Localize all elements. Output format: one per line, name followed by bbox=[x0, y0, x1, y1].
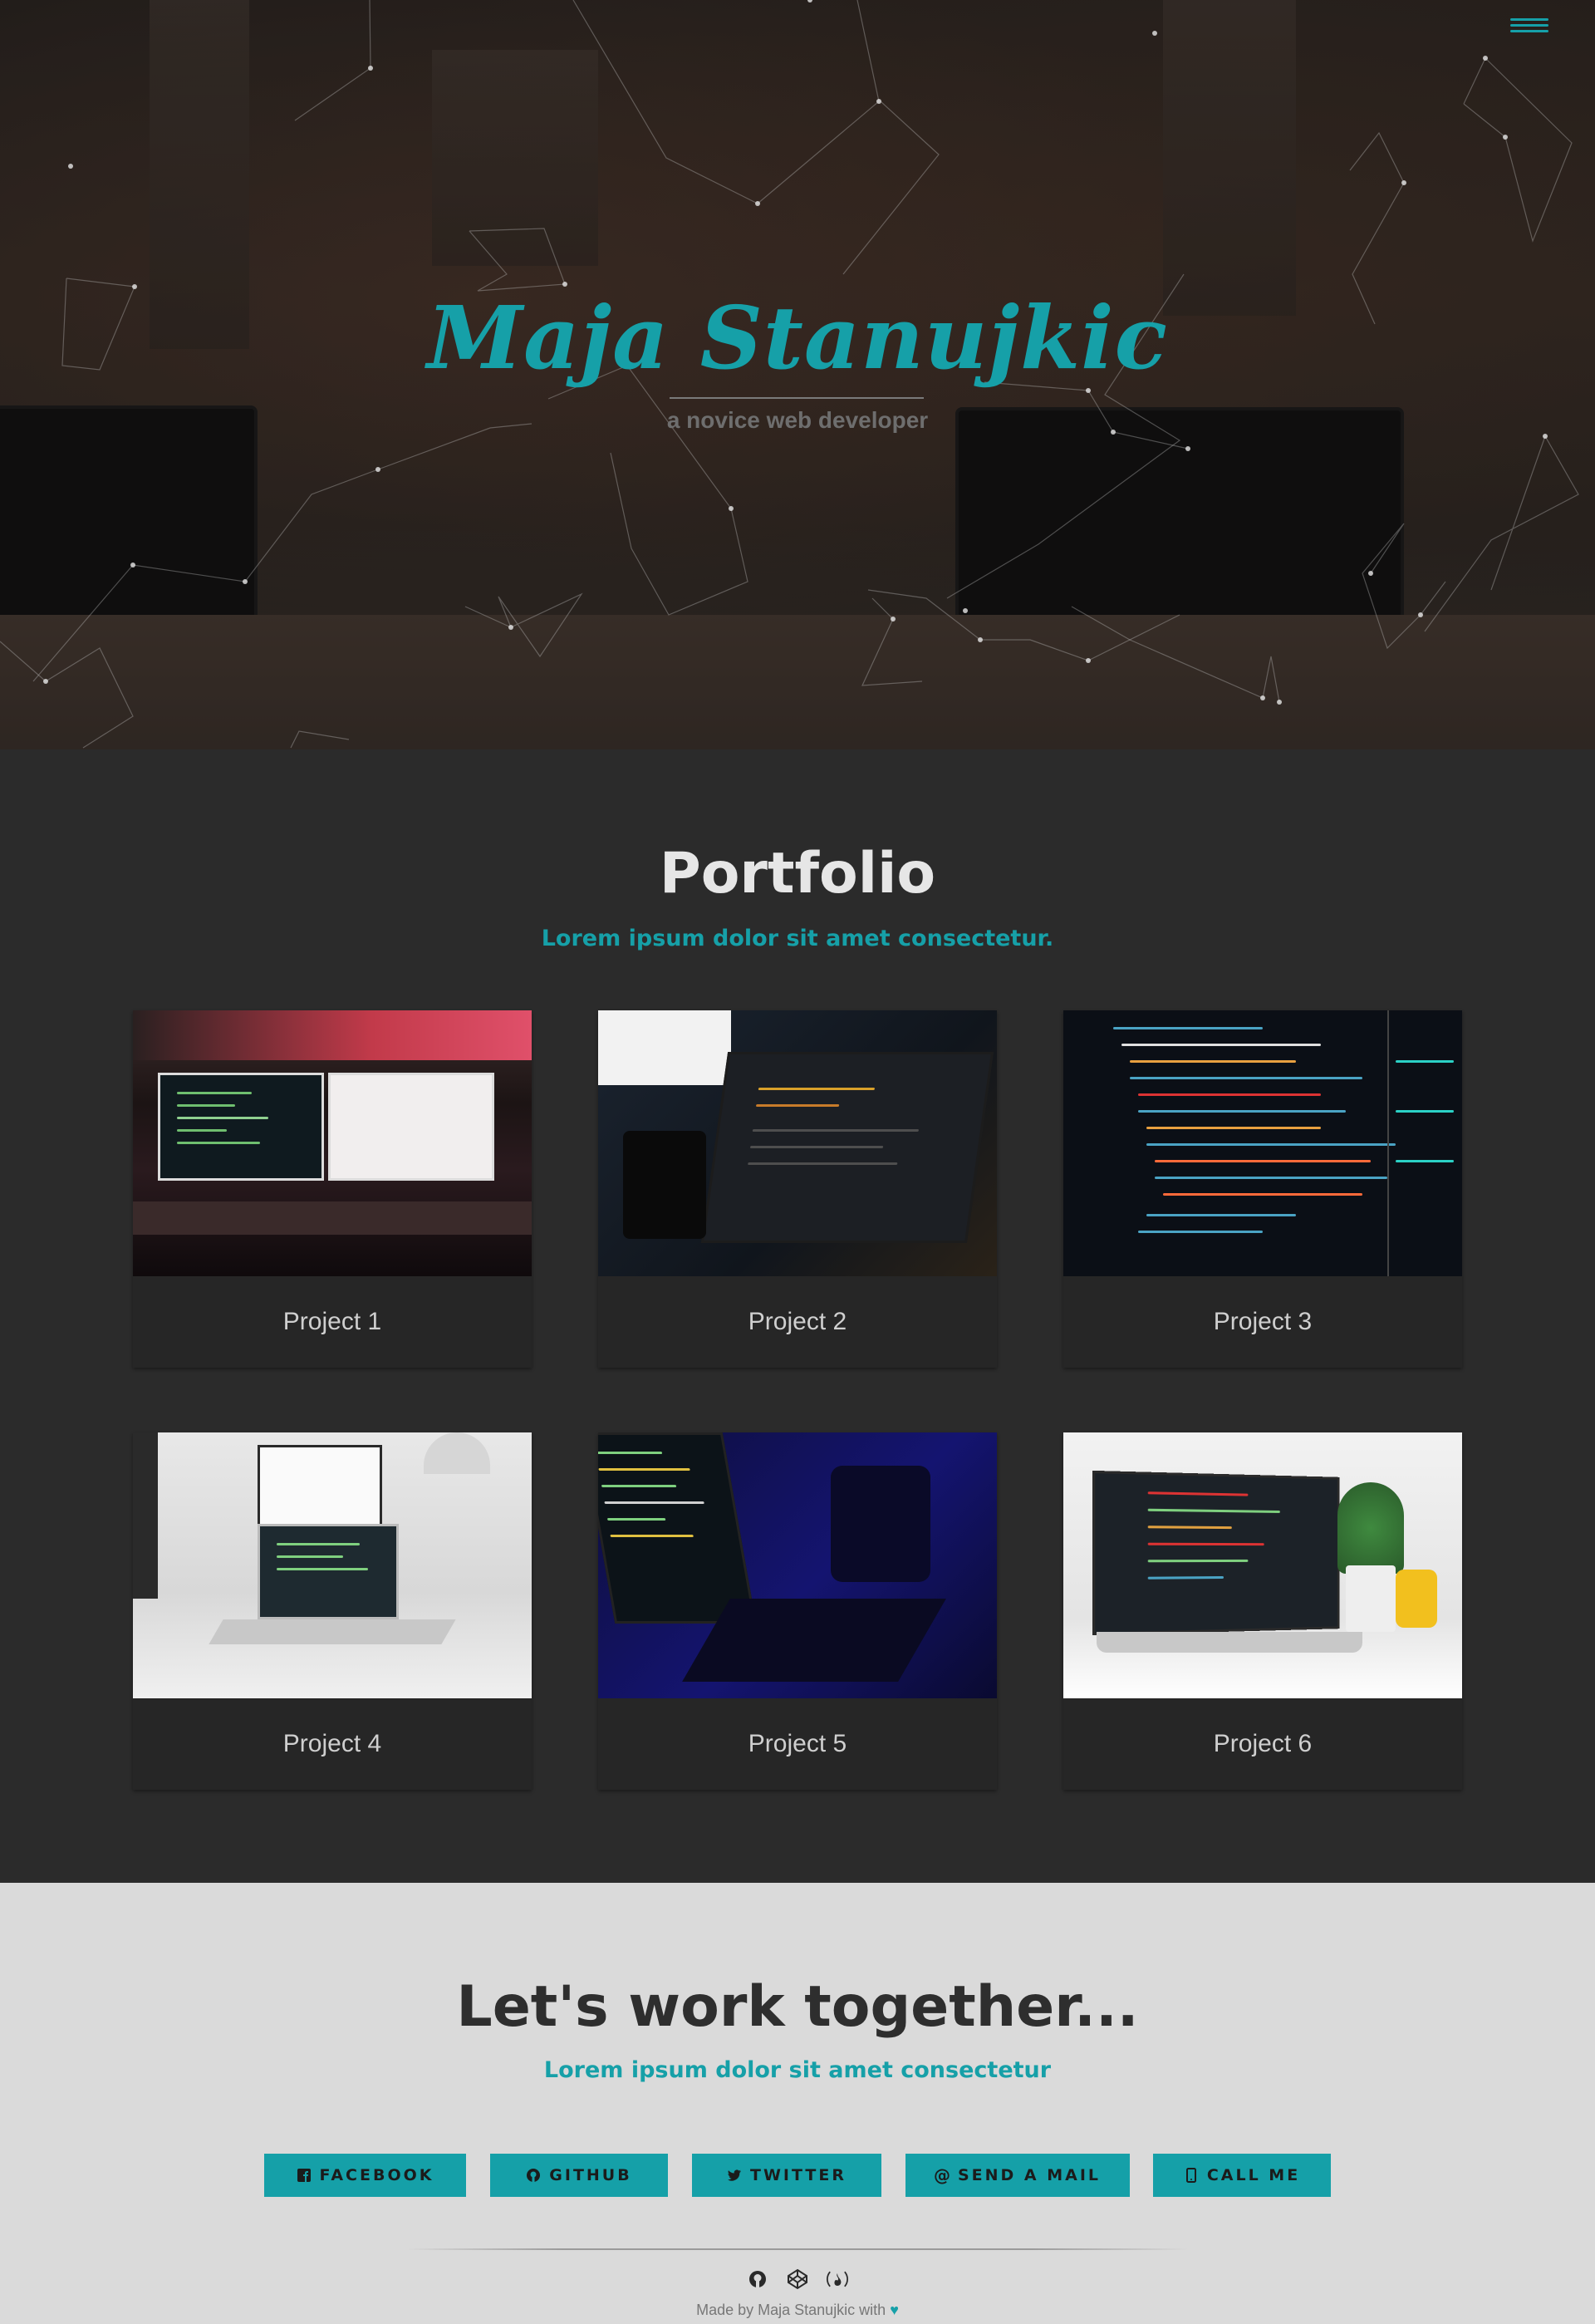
project-label: Project 3 bbox=[1213, 1308, 1313, 1335]
project-card[interactable]: Project 1 bbox=[133, 1010, 532, 1368]
project-label: Project 6 bbox=[1213, 1730, 1313, 1757]
portfolio-title: Portfolio bbox=[659, 841, 936, 907]
project-thumbnail bbox=[598, 1010, 997, 1276]
project-card[interactable]: Project 2 bbox=[598, 1010, 997, 1368]
contact-title: Let's work together... bbox=[456, 1974, 1139, 2040]
footer-social-links bbox=[0, 2267, 1595, 2292]
facebook-button[interactable]: FACEBOOK bbox=[264, 2154, 466, 2197]
portfolio-subtitle: Lorem ipsum dolor sit amet consectetur. bbox=[541, 926, 1054, 951]
project-card[interactable]: Project 3 bbox=[1063, 1010, 1462, 1368]
twitter-label: TWITTER bbox=[750, 2166, 847, 2184]
project-thumbnail bbox=[133, 1432, 532, 1698]
github-label: GITHUB bbox=[549, 2166, 632, 2184]
github-icon[interactable] bbox=[745, 2267, 770, 2292]
hero-tagline: a novice web developer bbox=[666, 407, 929, 433]
menu-toggle-button[interactable] bbox=[1510, 18, 1548, 38]
phone-icon bbox=[1184, 2168, 1199, 2183]
project-thumbnail bbox=[1063, 1010, 1462, 1276]
project-label: Project 2 bbox=[748, 1308, 847, 1335]
project-card[interactable]: Project 4 bbox=[133, 1432, 532, 1790]
send-mail-button[interactable]: @ SEND A MAIL bbox=[905, 2154, 1130, 2197]
call-me-label: CALL ME bbox=[1206, 2166, 1301, 2184]
github-button[interactable]: GITHUB bbox=[490, 2154, 668, 2197]
facebook-label: FACEBOOK bbox=[319, 2166, 434, 2184]
twitter-icon bbox=[727, 2168, 742, 2183]
contact-buttons: FACEBOOK GITHUB TWITTER @ SEND A MAIL CA… bbox=[0, 2154, 1595, 2197]
github-icon bbox=[526, 2168, 541, 2183]
project-card[interactable]: Project 5 bbox=[598, 1432, 997, 1790]
project-card[interactable]: Project 6 bbox=[1063, 1432, 1462, 1790]
contact-section: Let's work together... Lorem ipsum dolor… bbox=[0, 1883, 1595, 2324]
hamburger-icon bbox=[1510, 18, 1548, 21]
project-thumbnail bbox=[598, 1432, 997, 1698]
freecodecamp-icon[interactable] bbox=[825, 2267, 850, 2292]
twitter-button[interactable]: TWITTER bbox=[692, 2154, 881, 2197]
codepen-icon[interactable] bbox=[785, 2267, 810, 2292]
project-thumbnail bbox=[133, 1010, 532, 1276]
at-icon: @ bbox=[933, 2165, 950, 2185]
hero-divider bbox=[670, 397, 924, 399]
heart-icon: ♥ bbox=[890, 2302, 899, 2318]
project-label: Project 5 bbox=[748, 1730, 847, 1757]
project-label: Project 1 bbox=[282, 1308, 382, 1335]
credit-text: Made by Maja Stanujkic with bbox=[696, 2302, 886, 2318]
facebook-icon bbox=[297, 2168, 312, 2183]
project-thumbnail bbox=[1063, 1432, 1462, 1698]
call-me-button[interactable]: CALL ME bbox=[1153, 2154, 1331, 2197]
hero-name: Maja Stanujkic bbox=[426, 287, 1168, 389]
hero-section: Maja Stanujkic a novice web developer bbox=[0, 0, 1595, 749]
contact-subtitle: Lorem ipsum dolor sit amet consectetur bbox=[543, 2057, 1052, 2083]
footer-divider bbox=[407, 2248, 1188, 2250]
portfolio-section: Portfolio Lorem ipsum dolor sit amet con… bbox=[0, 749, 1595, 1883]
send-mail-label: SEND A MAIL bbox=[957, 2166, 1102, 2184]
footer-credit: Made by Maja Stanujkic with ♥ bbox=[0, 2302, 1595, 2319]
project-label: Project 4 bbox=[282, 1730, 382, 1757]
